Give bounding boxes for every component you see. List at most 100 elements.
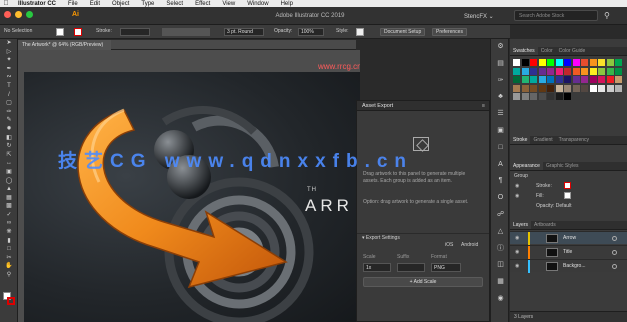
navigator-panel-icon[interactable]: △: [491, 224, 510, 241]
character-panel-icon[interactable]: A: [491, 157, 510, 174]
color-swatch[interactable]: [606, 76, 614, 83]
color-swatch[interactable]: [564, 76, 571, 83]
type-tool-icon[interactable]: T: [0, 82, 18, 91]
suffix-input[interactable]: [397, 263, 425, 272]
shaper-tool-icon[interactable]: ✹: [0, 125, 18, 134]
color-swatch[interactable]: [547, 59, 554, 66]
layer-visibility-icon[interactable]: ◉: [515, 263, 519, 269]
align-panel-icon[interactable]: ☰: [491, 106, 510, 123]
menu-file[interactable]: File: [62, 1, 84, 7]
rectangle-tool-icon[interactable]: ▢: [0, 99, 18, 108]
apple-menu-icon[interactable]: : [0, 0, 12, 7]
color-swatch[interactable]: [513, 67, 520, 75]
layer-visibility-icon[interactable]: ◉: [515, 249, 519, 255]
tab-transparency[interactable]: Transparency: [556, 136, 592, 144]
color-swatch[interactable]: [589, 59, 597, 66]
color-swatch[interactable]: [581, 76, 588, 83]
export-settings-header[interactable]: ▾ Export Settings: [357, 233, 489, 242]
color-swatch[interactable]: [513, 76, 520, 83]
color-swatch[interactable]: [606, 67, 614, 75]
color-swatch[interactable]: [581, 84, 588, 92]
color-swatch[interactable]: [547, 76, 554, 83]
artboards-panel-icon[interactable]: ▦: [491, 274, 510, 291]
color-swatch[interactable]: [530, 59, 537, 66]
color-swatch[interactable]: [598, 59, 605, 66]
color-swatch[interactable]: [530, 67, 537, 75]
appearance-stroke-swatch[interactable]: [564, 182, 571, 189]
color-swatch[interactable]: [555, 59, 563, 66]
appearance-opacity-row[interactable]: Opacity: Default: [510, 201, 627, 211]
color-swatch[interactable]: [513, 84, 520, 92]
color-swatch[interactable]: [615, 84, 622, 92]
color-swatch[interactable]: [598, 84, 605, 92]
color-swatch[interactable]: [564, 93, 571, 100]
color-swatch[interactable]: [547, 67, 554, 75]
menu-view[interactable]: View: [216, 1, 241, 7]
gradient-tool-icon[interactable]: ▩: [0, 202, 18, 211]
rotate-tool-icon[interactable]: ↻: [0, 142, 18, 151]
color-swatch[interactable]: [521, 84, 529, 92]
color-swatch[interactable]: [538, 84, 546, 92]
direct-select-tool-icon[interactable]: ▷: [0, 48, 18, 57]
document-canvas[interactable]: TH ARR www.rrcg.cn: [18, 50, 360, 322]
layer-row[interactable]: ◉ Title: [510, 245, 627, 259]
eyedropper-tool-icon[interactable]: ✓: [0, 211, 18, 220]
minimize-window-button[interactable]: [15, 11, 22, 18]
layer-visibility-icon[interactable]: ◉: [515, 235, 519, 241]
color-swatch[interactable]: [538, 67, 546, 75]
scale-tool-icon[interactable]: ⇱: [0, 151, 18, 160]
visibility-eye-icon[interactable]: ◉: [515, 181, 519, 191]
menu-object[interactable]: Object: [106, 1, 135, 7]
shape-builder-tool-icon[interactable]: ◯: [0, 177, 18, 186]
artboard-tool-icon[interactable]: □: [0, 245, 18, 254]
color-swatch[interactable]: [513, 59, 520, 66]
tab-gradient[interactable]: Gradient: [530, 136, 555, 144]
color-swatch[interactable]: [564, 67, 571, 75]
paragraph-panel-icon[interactable]: ¶: [491, 173, 510, 190]
color-guide-panel-icon[interactable]: ◉: [491, 291, 510, 308]
stroke-weight-field[interactable]: [120, 28, 150, 36]
zoom-window-button[interactable]: [26, 11, 33, 18]
menu-type[interactable]: Type: [135, 1, 160, 7]
line-tool-icon[interactable]: /: [0, 91, 18, 100]
variable-width-profile[interactable]: [162, 28, 210, 36]
stroke-color-swatch[interactable]: [7, 297, 15, 305]
visibility-eye-icon[interactable]: ◉: [515, 191, 519, 201]
add-scale-button[interactable]: + Add Scale: [363, 277, 483, 287]
color-swatch[interactable]: [581, 59, 588, 66]
info-panel-icon[interactable]: ⓘ: [491, 241, 510, 258]
stock-search-input[interactable]: Search Adobe Stock: [514, 10, 598, 21]
layer-target-icon[interactable]: [612, 250, 617, 255]
menu-help[interactable]: Help: [275, 1, 299, 7]
color-swatch[interactable]: [555, 67, 563, 75]
brush-definition-select[interactable]: 3 pt. Round: [224, 28, 264, 36]
color-swatch[interactable]: [615, 76, 622, 83]
symbol-sprayer-tool-icon[interactable]: ❋: [0, 228, 18, 237]
width-tool-icon[interactable]: ↔: [0, 159, 18, 168]
ios-preset-button[interactable]: iOS: [445, 242, 453, 248]
zoom-tool-icon[interactable]: ⚲: [0, 271, 18, 280]
symbols-panel-icon[interactable]: ♣: [491, 89, 510, 106]
color-swatch[interactable]: [538, 59, 546, 66]
eraser-tool-icon[interactable]: ◧: [0, 134, 18, 143]
pencil-tool-icon[interactable]: ✎: [0, 116, 18, 125]
tab-artboards[interactable]: Artboards: [531, 221, 559, 229]
tab-stroke[interactable]: Stroke: [510, 136, 531, 144]
preferences-button[interactable]: Preferences: [432, 28, 467, 36]
fill-swatch[interactable]: [56, 28, 64, 36]
tab-color[interactable]: Color: [538, 47, 556, 55]
color-swatch[interactable]: [615, 67, 622, 75]
color-swatch[interactable]: [598, 76, 605, 83]
layer-target-icon[interactable]: [612, 236, 617, 241]
color-swatch[interactable]: [572, 59, 580, 66]
color-swatch[interactable]: [598, 67, 605, 75]
appearance-fill-swatch[interactable]: [564, 192, 571, 199]
appearance-stroke-row[interactable]: ◉ Stroke:: [510, 181, 627, 191]
scale-select[interactable]: 1x: [363, 263, 391, 272]
color-swatch[interactable]: [547, 93, 554, 100]
layer-name[interactable]: Backgro...: [563, 263, 586, 269]
color-swatch[interactable]: [521, 67, 529, 75]
color-swatch[interactable]: [572, 84, 580, 92]
pen-tool-icon[interactable]: ✒: [0, 65, 18, 74]
color-swatch[interactable]: [555, 76, 563, 83]
